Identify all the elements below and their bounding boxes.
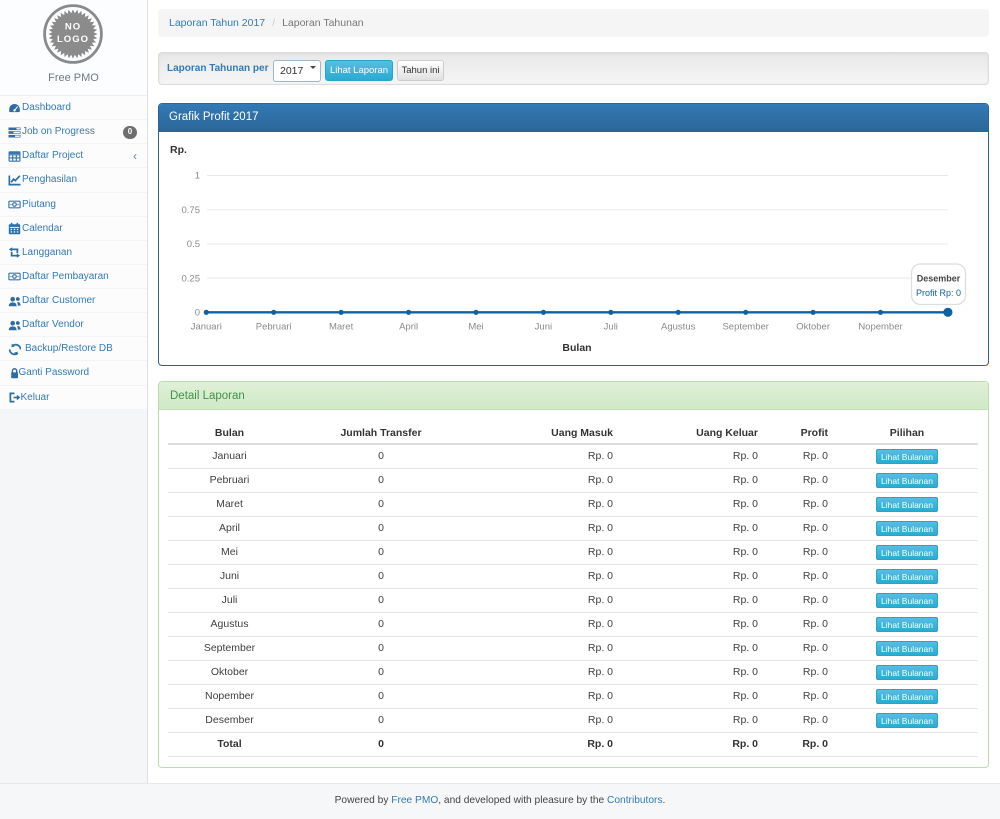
- svg-text:Mei: Mei: [468, 322, 483, 333]
- svg-text:0.25: 0.25: [182, 273, 201, 284]
- svg-text:Desember: Desember: [917, 274, 961, 284]
- svg-text:April: April: [399, 322, 418, 333]
- svg-text:Maret: Maret: [329, 322, 354, 333]
- svg-text:LOGO: LOGO: [57, 34, 89, 45]
- svg-text:0.5: 0.5: [187, 239, 200, 250]
- svg-text:Profit Rp: 0: Profit Rp: 0: [916, 288, 961, 298]
- svg-text:1: 1: [195, 171, 200, 182]
- svg-text:Nopember: Nopember: [858, 322, 902, 333]
- svg-text:September: September: [722, 322, 768, 333]
- svg-text:Juli: Juli: [604, 322, 618, 333]
- svg-text:Bulan: Bulan: [562, 342, 591, 354]
- svg-text:0: 0: [195, 308, 200, 319]
- svg-text:Rp.: Rp.: [170, 144, 187, 156]
- svg-text:NO: NO: [65, 22, 81, 33]
- svg-text:Pebruari: Pebruari: [256, 322, 292, 333]
- svg-text:Oktober: Oktober: [796, 322, 830, 333]
- svg-text:Agustus: Agustus: [661, 322, 696, 333]
- svg-text:Januari: Januari: [191, 322, 222, 333]
- svg-text:0.75: 0.75: [182, 205, 201, 216]
- svg-text:Juni: Juni: [535, 322, 552, 333]
